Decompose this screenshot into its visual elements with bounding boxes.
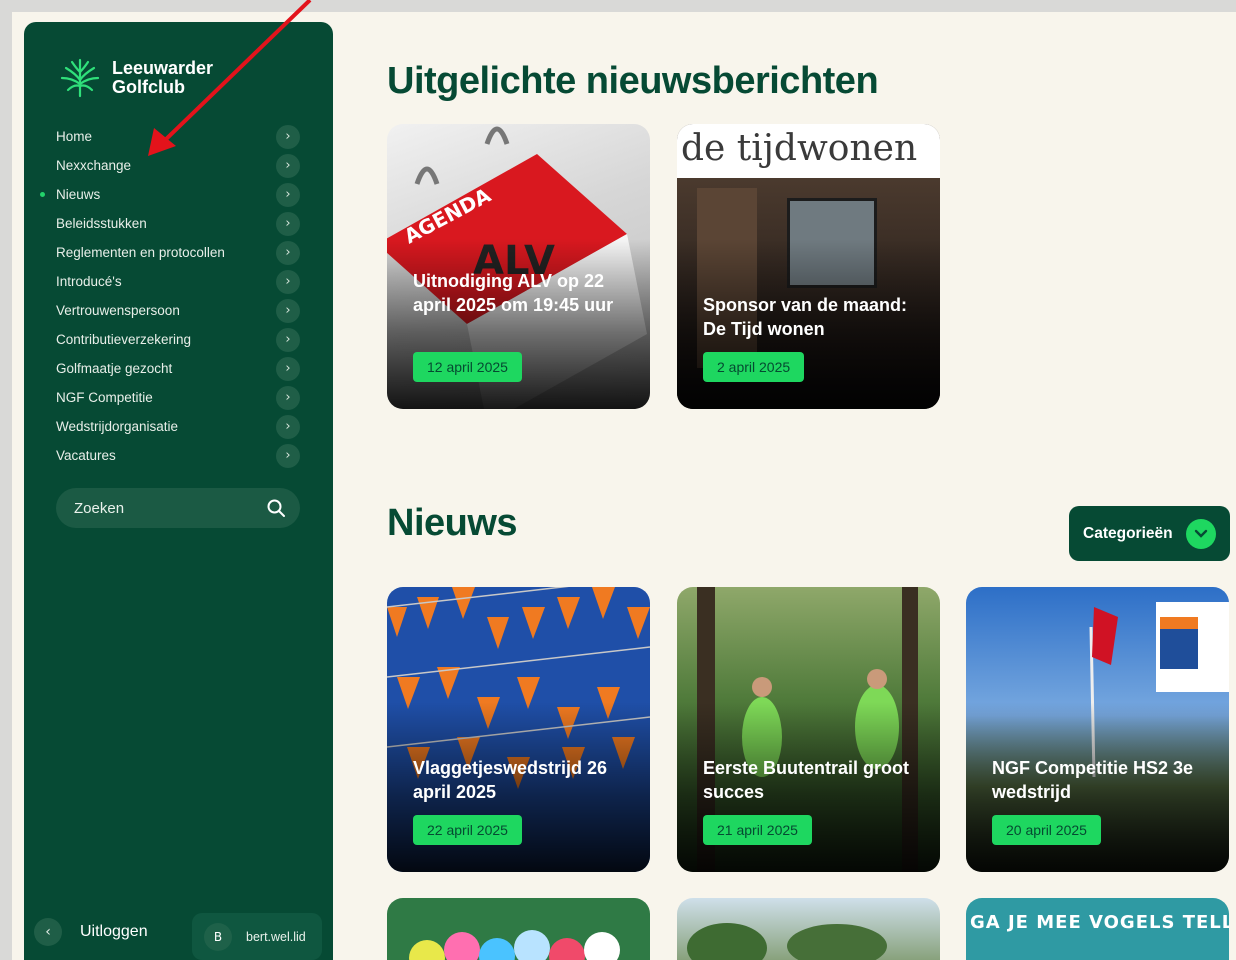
- featured-card-sponsor[interactable]: de tijdwonen Sponsor van de maand: De Ti…: [677, 124, 940, 409]
- nav-item-reglementen[interactable]: Reglementen en protocollen ›: [56, 238, 300, 267]
- golf-balls-image: [409, 930, 620, 960]
- news-card-ngf[interactable]: NGF Competitie HS2 3e wedstrijd 20 april…: [966, 587, 1229, 872]
- chevron-right-icon[interactable]: ›: [276, 443, 300, 468]
- nav-item-golfmaatje[interactable]: Golfmaatje gezocht ›: [56, 354, 300, 383]
- chevron-right-icon[interactable]: ›: [276, 356, 300, 381]
- nav-item-contributieverzekering[interactable]: Contributieverzekering ›: [56, 325, 300, 354]
- nav-label: Nexxchange: [56, 158, 132, 173]
- news-card-partial-1[interactable]: [387, 898, 650, 960]
- date-badge: 20 april 2025: [992, 815, 1101, 845]
- card-title: NGF Competitie HS2 3e wedstrijd: [992, 758, 1194, 802]
- search-button[interactable]: Zoeken: [56, 488, 300, 528]
- nav-item-ngf-competitie[interactable]: NGF Competitie ›: [56, 383, 300, 412]
- card-title: Vlaggetjeswedstrijd 26 april 2025: [413, 758, 608, 802]
- nav-item-beleidsstukken[interactable]: Beleidsstukken ›: [56, 209, 300, 238]
- nav-label: Vertrouwenspersoon: [56, 303, 180, 318]
- nav-label: Golfmaatje gezocht: [56, 361, 173, 376]
- logout-button[interactable]: ‹ Uitloggen: [34, 918, 148, 946]
- sidebar: Leeuwarder Golfclub Home › Nexxchange › …: [24, 22, 333, 960]
- chevron-down-icon: [1186, 519, 1216, 549]
- categories-dropdown[interactable]: Categorieën: [1069, 506, 1230, 561]
- chevron-right-icon[interactable]: ›: [276, 327, 300, 352]
- featured-card-alv[interactable]: AGENDA ALV Uitnodiging ALV op 22 april 2…: [387, 124, 650, 409]
- avatar: B: [204, 922, 232, 951]
- logout-label: Uitloggen: [80, 923, 148, 940]
- chevron-left-icon: ‹: [34, 918, 62, 946]
- date-badge: 21 april 2025: [703, 815, 812, 845]
- news-card-partial-3[interactable]: GA JE MEE VOGELS TELLEN?: [966, 898, 1229, 960]
- card-title: Eerste Buutentrail groot succes: [703, 758, 910, 802]
- logo-icon: [60, 58, 100, 98]
- date-badge: 12 april 2025: [413, 352, 522, 382]
- user-profile-button[interactable]: B bert.wel.lid: [192, 913, 322, 960]
- sponsor-logo-banner: de tijdwonen: [677, 124, 940, 178]
- chevron-right-icon[interactable]: ›: [276, 298, 300, 323]
- chevron-right-icon[interactable]: ›: [276, 182, 300, 207]
- chevron-right-icon[interactable]: ›: [276, 269, 300, 294]
- card-image-text: GA JE MEE VOGELS TELLEN?: [970, 912, 1229, 933]
- nav-label: Nieuws: [56, 187, 101, 202]
- nav-item-wedstrijdorganisatie[interactable]: Wedstrijdorganisatie ›: [56, 412, 300, 441]
- landscape-image: [687, 923, 887, 960]
- date-badge: 22 april 2025: [413, 815, 522, 845]
- sidebar-nav: Home › Nexxchange › Nieuws › Beleidsstuk…: [40, 122, 300, 470]
- username: bert.wel.lid: [246, 929, 306, 944]
- featured-heading: Uitgelichte nieuwsberichten: [387, 60, 879, 102]
- card-title: Uitnodiging ALV op 22 april 2025 om 19:4…: [413, 271, 614, 315]
- nav-label: Contributieverzekering: [56, 332, 192, 347]
- chevron-right-icon[interactable]: ›: [276, 414, 300, 439]
- nav-item-vacatures[interactable]: Vacatures ›: [56, 441, 300, 470]
- nav-item-nieuws[interactable]: Nieuws ›: [40, 180, 300, 209]
- sponsor-logo-text: de tijdwonen: [681, 128, 918, 169]
- card-title: Sponsor van de maand: De Tijd wonen: [703, 295, 908, 339]
- news-card-vlaggetjes[interactable]: Vlaggetjeswedstrijd 26 april 2025 22 apr…: [387, 587, 650, 872]
- chevron-right-icon[interactable]: ›: [276, 240, 300, 265]
- nav-item-introduces[interactable]: Introducé's ›: [56, 267, 300, 296]
- categories-label: Categorieën: [1083, 524, 1173, 542]
- nav-label: Beleidsstukken: [56, 216, 147, 231]
- search-label: Zoeken: [74, 499, 125, 517]
- date-badge: 2 april 2025: [703, 352, 805, 382]
- chevron-right-icon[interactable]: ›: [276, 385, 300, 410]
- nav-label: Wedstrijdorganisatie: [56, 419, 179, 434]
- card-shade: [387, 239, 650, 409]
- nav-label: Introducé's: [56, 274, 122, 289]
- nav-label: Vacatures: [56, 448, 116, 463]
- nav-label: Home: [56, 129, 93, 144]
- chevron-right-icon[interactable]: ›: [276, 211, 300, 236]
- search-icon: [267, 499, 285, 517]
- news-card-buutentrail[interactable]: Eerste Buutentrail groot succes 21 april…: [677, 587, 940, 872]
- news-card-partial-2[interactable]: [677, 898, 940, 960]
- nav-item-vertrouwenspersoon[interactable]: Vertrouwenspersoon ›: [56, 296, 300, 325]
- active-indicator-dot: [40, 192, 45, 197]
- news-heading: Nieuws: [387, 502, 518, 544]
- annotation-arrow-icon: [148, 0, 312, 156]
- nav-label: NGF Competitie: [56, 390, 153, 405]
- nav-label: Reglementen en protocollen: [56, 245, 225, 260]
